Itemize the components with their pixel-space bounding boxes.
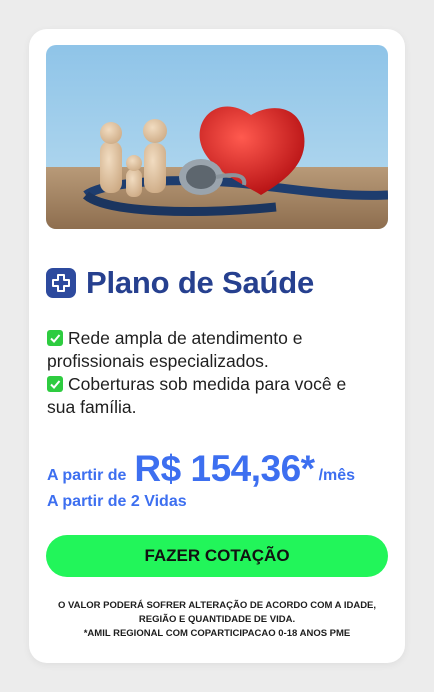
benefits-list: Rede ampla de atendimento e profissionai… bbox=[47, 327, 377, 419]
disclaimer-line: O VALOR PODERÁ SOFRER ALTERAÇÃO DE ACORD… bbox=[57, 600, 377, 611]
hero-image bbox=[46, 45, 388, 229]
price-value: R$ 154,36* bbox=[134, 448, 315, 489]
plus-icon bbox=[46, 268, 76, 298]
check-icon bbox=[47, 376, 63, 392]
price-prefix: A partir de bbox=[47, 467, 127, 484]
min-lives-text: A partir de 2 Vidas bbox=[47, 493, 187, 510]
benefit-text: Rede ampla de atendimento e profissionai… bbox=[47, 328, 303, 371]
benefit-text: Coberturas sob medida para você e sua fa… bbox=[47, 374, 347, 417]
get-quote-button[interactable]: FAZER COTAÇÃO bbox=[46, 535, 388, 577]
disclaimer-line: *AMIL REGIONAL COM COPARTICIPACAO 0-18 A… bbox=[83, 628, 351, 639]
disclaimer: O VALOR PODERÁ SOFRER ALTERAÇÃO DE ACORD… bbox=[46, 599, 388, 641]
plan-card: Plano de Saúde Rede ampla de atendimento… bbox=[29, 29, 405, 663]
title-row: Plano de Saúde bbox=[46, 265, 314, 301]
benefit-item: Coberturas sob medida para você e sua fa… bbox=[47, 373, 377, 419]
price-suffix: /mês bbox=[318, 467, 356, 484]
disclaimer-line: REGIÃO E QUANTIDADE DE VIDA. bbox=[138, 614, 296, 625]
price-row: A partir de R$ 154,36* /mês bbox=[47, 449, 355, 489]
benefit-item: Rede ampla de atendimento e profissionai… bbox=[47, 327, 377, 373]
check-icon bbox=[47, 330, 63, 346]
plan-title: Plano de Saúde bbox=[86, 265, 315, 300]
